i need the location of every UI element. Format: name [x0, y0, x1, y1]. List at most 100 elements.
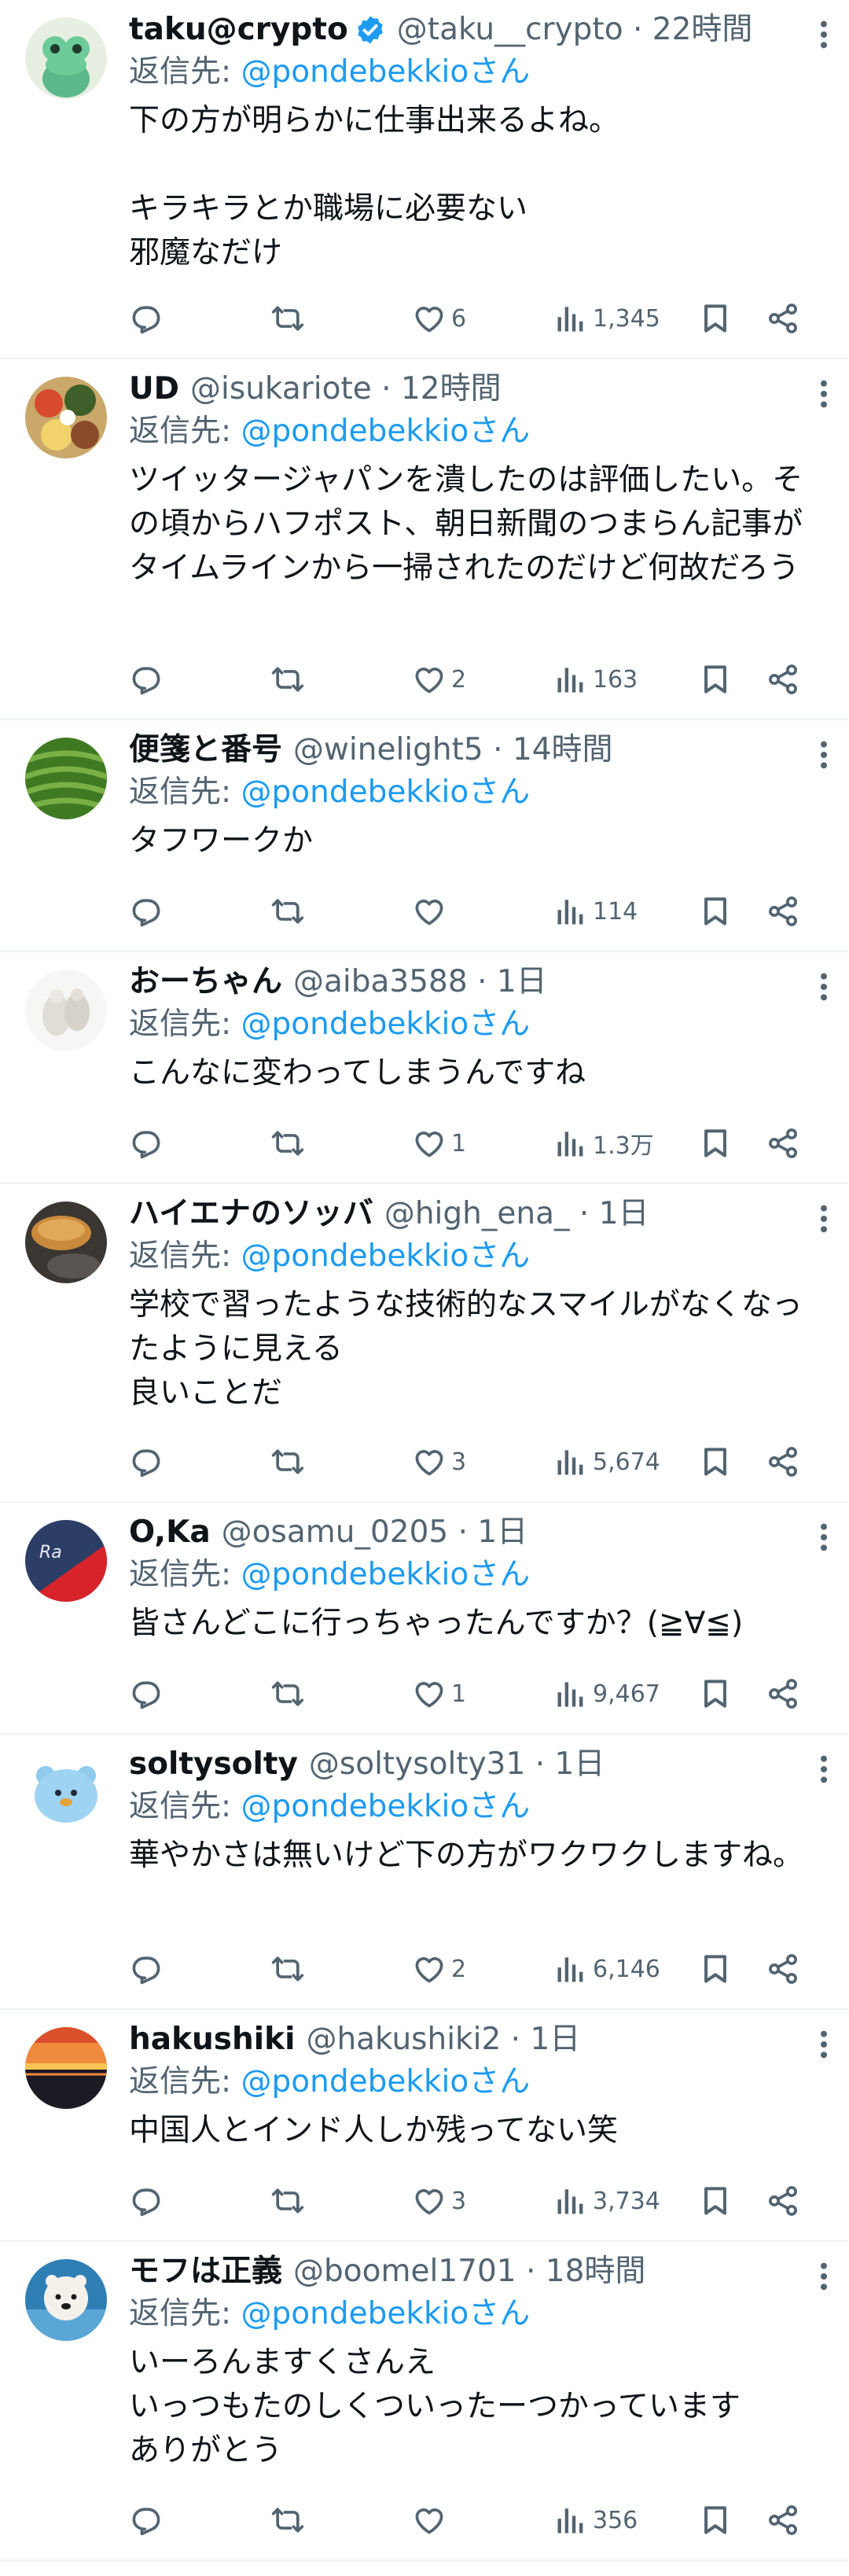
handle[interactable]: @taku__crypto · 22時間 — [397, 9, 753, 50]
reply-button[interactable] — [129, 1440, 164, 1484]
mention-link[interactable]: @pondebekkioさん — [241, 1789, 531, 1824]
bookmark-button[interactable] — [698, 657, 733, 701]
white-figure-avatar[interactable] — [25, 970, 107, 1051]
reply-button[interactable] — [129, 1947, 164, 1991]
more-options-icon[interactable] — [819, 2029, 829, 2060]
views-button[interactable]: 5,674 — [553, 1440, 660, 1484]
reply-item[interactable]: hakushiki @hakushiki2 · 1日 返信先: @pondebe… — [0, 2010, 849, 2242]
display-name[interactable]: モフは正義 — [129, 2251, 282, 2292]
more-options-icon[interactable] — [819, 1522, 829, 1553]
handle[interactable]: @winelight5 · 14時間 — [293, 730, 613, 771]
reply-button[interactable] — [129, 296, 164, 340]
retweet-button[interactable] — [270, 1440, 305, 1484]
polar-bear-avatar[interactable] — [25, 2259, 107, 2341]
mention-link[interactable]: @pondebekkioさん — [241, 2296, 531, 2331]
retweet-button[interactable] — [270, 1947, 305, 1991]
like-button[interactable]: 1 — [412, 1121, 466, 1165]
reply-item[interactable]: Ra O,Ka @osamu_0205 · 1日 返信先: @pondebekk… — [0, 1503, 849, 1735]
blue-bear-avatar[interactable] — [25, 1752, 107, 1834]
share-button[interactable] — [766, 2498, 800, 2542]
handle[interactable]: @soltysolty31 · 1日 — [309, 1744, 605, 1785]
display-name[interactable]: soltysolty — [129, 1744, 298, 1785]
views-button[interactable]: 163 — [553, 657, 638, 701]
more-options-icon[interactable] — [819, 2261, 829, 2292]
display-name[interactable]: 便箋と番号 — [129, 730, 282, 771]
timestamp[interactable]: 1日 — [599, 1196, 649, 1231]
timestamp[interactable]: 14時間 — [513, 732, 613, 767]
sunset-avatar[interactable] — [25, 2027, 107, 2109]
views-button[interactable]: 1,345 — [553, 296, 660, 340]
views-button[interactable]: 9,467 — [553, 1672, 660, 1716]
views-button[interactable]: 6,146 — [553, 1947, 660, 1991]
timestamp[interactable]: 18時間 — [546, 2254, 646, 2289]
like-button[interactable]: 3 — [412, 2179, 466, 2223]
timestamp[interactable]: 12時間 — [401, 371, 502, 407]
mention-link[interactable]: @pondebekkioさん — [241, 414, 531, 449]
timestamp[interactable]: 1日 — [555, 1746, 605, 1782]
mention-link[interactable]: @pondebekkioさん — [241, 54, 531, 90]
more-options-icon[interactable] — [819, 19, 829, 50]
handle[interactable]: @aiba3588 · 1日 — [293, 962, 547, 1003]
bookmark-button[interactable] — [698, 2498, 733, 2542]
mention-link[interactable]: @pondebekkioさん — [241, 1238, 531, 1274]
bento-avatar[interactable] — [25, 377, 107, 458]
like-button[interactable]: 2 — [412, 1947, 466, 1991]
bookmark-button[interactable] — [698, 1440, 733, 1484]
mention-link[interactable]: @pondebekkioさん — [241, 1006, 531, 1042]
more-options-icon[interactable] — [819, 1203, 829, 1235]
share-button[interactable] — [766, 1672, 800, 1716]
like-button[interactable]: 2 — [412, 657, 466, 701]
reply-item[interactable]: taku@crypto @taku__crypto · 22時間 返信先: @p… — [0, 0, 849, 359]
reply-item[interactable]: おーちゃん @aiba3588 · 1日 返信先: @pondebekkioさん… — [0, 952, 849, 1184]
timestamp[interactable]: 1日 — [477, 1514, 527, 1550]
bookmark-button[interactable] — [698, 2179, 733, 2223]
views-button[interactable]: 3,734 — [553, 2179, 660, 2223]
share-button[interactable] — [766, 1947, 800, 1991]
timestamp[interactable]: 1日 — [530, 2022, 580, 2057]
display-name[interactable]: おーちゃん — [129, 962, 282, 1003]
display-name[interactable]: taku@crypto — [129, 9, 348, 50]
retweet-button[interactable] — [270, 1672, 305, 1716]
bookmark-button[interactable] — [698, 1121, 733, 1165]
reply-item[interactable]: 便箋と番号 @winelight5 · 14時間 返信先: @pondebekk… — [0, 720, 849, 952]
handle[interactable]: @high_ena_ · 1日 — [384, 1194, 649, 1235]
timestamp[interactable]: 22時間 — [652, 12, 753, 47]
bookmark-button[interactable] — [698, 1947, 733, 1991]
timestamp[interactable]: 1日 — [497, 964, 547, 999]
retweet-button[interactable] — [270, 657, 305, 701]
views-button[interactable]: 1.3万 — [553, 1121, 654, 1165]
reply-button[interactable] — [129, 2498, 164, 2542]
reply-item[interactable]: soltysolty @soltysolty31 · 1日 返信先: @pond… — [0, 1735, 849, 2010]
share-button[interactable] — [766, 1440, 800, 1484]
more-options-icon[interactable] — [819, 739, 829, 771]
retweet-button[interactable] — [270, 2498, 305, 2542]
tea-field-avatar[interactable] — [25, 738, 107, 819]
more-options-icon[interactable] — [819, 378, 829, 410]
display-name[interactable]: hakushiki — [129, 2019, 295, 2060]
more-options-icon[interactable] — [819, 1754, 829, 1785]
frog-avatar[interactable] — [25, 17, 107, 99]
retweet-button[interactable] — [270, 889, 305, 933]
retweet-button[interactable] — [270, 2179, 305, 2223]
mention-link[interactable]: @pondebekkioさん — [241, 775, 531, 810]
like-button[interactable]: 6 — [412, 296, 466, 340]
mention-link[interactable]: @pondebekkioさん — [241, 1557, 531, 1592]
reply-item[interactable]: UD @isukariote · 12時間 返信先: @pondebekkioさ… — [0, 359, 849, 720]
like-button[interactable]: 3 — [412, 1440, 466, 1484]
reply-button[interactable] — [129, 1121, 164, 1165]
views-button[interactable]: 114 — [553, 889, 638, 933]
handle[interactable]: @isukariote · 12時間 — [190, 369, 502, 410]
mention-link[interactable]: @pondebekkioさん — [241, 2064, 531, 2099]
reply-button[interactable] — [129, 657, 164, 701]
handle[interactable]: @hakushiki2 · 1日 — [306, 2019, 580, 2060]
reply-button[interactable] — [129, 889, 164, 933]
red-team-avatar[interactable]: Ra — [25, 1520, 107, 1602]
handle[interactable]: @boomel1701 · 18時間 — [293, 2251, 645, 2292]
display-name[interactable]: UD — [129, 369, 179, 410]
bread-avatar[interactable] — [25, 1202, 107, 1283]
views-button[interactable]: 356 — [553, 2498, 638, 2542]
reply-item[interactable]: モフは正義 @boomel1701 · 18時間 返信先: @pondebekk… — [0, 2242, 849, 2561]
display-name[interactable]: ハイエナのソッバ — [129, 1194, 373, 1235]
reply-item[interactable]: ハイエナのソッバ @high_ena_ · 1日 返信先: @pondebekk… — [0, 1184, 849, 1503]
retweet-button[interactable] — [270, 1121, 305, 1165]
